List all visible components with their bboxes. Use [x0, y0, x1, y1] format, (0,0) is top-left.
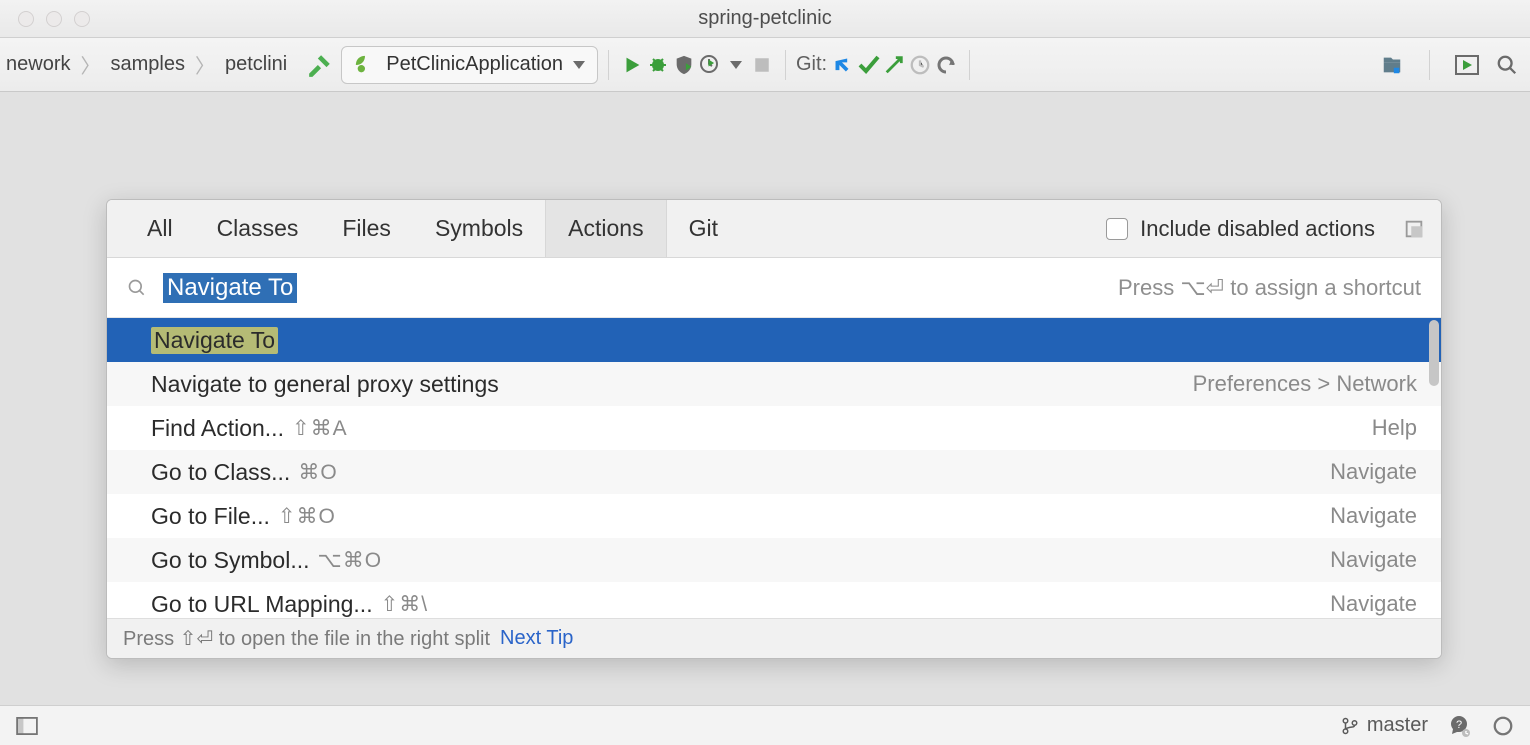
result-meta: Navigate [1330, 591, 1417, 617]
popup-tabs: All Classes Files Symbols Actions Git In… [107, 200, 1441, 258]
footer-hint: Press ⇧⏎ to open the file in the right s… [123, 626, 490, 651]
next-tip-link[interactable]: Next Tip [500, 627, 573, 650]
popup-footer: Press ⇧⏎ to open the file in the right s… [107, 618, 1441, 658]
search-everywhere-popup: All Classes Files Symbols Actions Git In… [106, 199, 1442, 659]
branch-icon [1341, 715, 1359, 737]
result-shortcut: ⌥⌘O [318, 548, 383, 573]
result-label: Go to URL Mapping... [151, 591, 373, 618]
update-project-icon[interactable] [829, 52, 855, 78]
result-row[interactable]: Navigate To [107, 318, 1441, 362]
tool-window-toggle-icon[interactable] [14, 713, 40, 739]
tab-symbols[interactable]: Symbols [413, 200, 545, 257]
result-meta: Preferences > Network [1193, 371, 1417, 397]
breadcrumb-seg-1[interactable]: samples [104, 53, 190, 76]
result-meta: Navigate [1330, 547, 1417, 573]
run-anything-icon[interactable] [1454, 52, 1480, 78]
minimize-window-button[interactable] [46, 11, 62, 27]
titlebar: spring-petclinic [0, 0, 1530, 38]
main-toolbar: nework 〉 samples 〉 petclini PetClinicApp… [0, 38, 1530, 92]
result-label: Navigate to general proxy settings [151, 371, 499, 398]
chevron-down-icon [573, 61, 585, 69]
close-window-button[interactable] [18, 11, 34, 27]
run-config-label: PetClinicApplication [386, 53, 563, 76]
breadcrumb-seg-0[interactable]: nework [0, 53, 76, 76]
chevron-right-icon: 〉 [195, 50, 215, 79]
result-label: Navigate To [151, 327, 278, 354]
result-shortcut: ⇧⌘\ [381, 592, 428, 617]
result-meta: Help [1372, 415, 1417, 441]
result-row[interactable]: Go to Symbol... ⌥⌘O Navigate [107, 538, 1441, 582]
zoom-window-button[interactable] [74, 11, 90, 27]
search-icon[interactable] [1494, 52, 1520, 78]
result-meta: Navigate [1330, 503, 1417, 529]
result-label: Go to Symbol... [151, 547, 310, 574]
separator [785, 50, 786, 80]
result-shortcut: ⇧⌘A [292, 416, 348, 441]
profile-clock-icon[interactable] [697, 52, 723, 78]
popup-search-bar: Navigate To Press ⌥⏎ to assign a shortcu… [107, 258, 1441, 318]
result-row[interactable]: Go to URL Mapping... ⇧⌘\ Navigate [107, 582, 1441, 618]
tab-classes[interactable]: Classes [195, 200, 321, 257]
pin-icon[interactable] [1403, 218, 1425, 240]
hammer-build-icon[interactable] [307, 52, 333, 78]
result-row[interactable]: Find Action... ⇧⌘A Help [107, 406, 1441, 450]
search-icon [127, 278, 147, 298]
chevron-down-icon[interactable] [723, 52, 749, 78]
svg-text:?: ? [1456, 719, 1462, 731]
breadcrumb-seg-2[interactable]: petclini [219, 53, 293, 76]
results-list[interactable]: Navigate To Navigate to general proxy se… [107, 318, 1441, 618]
separator [608, 50, 609, 80]
result-row[interactable]: Go to File... ⇧⌘O Navigate [107, 494, 1441, 538]
result-label: Find Action... [151, 415, 284, 442]
result-row[interactable]: Navigate to general proxy settings Prefe… [107, 362, 1441, 406]
window-title: spring-petclinic [698, 7, 831, 30]
include-disabled-label: Include disabled actions [1140, 216, 1375, 242]
git-label: Git: [796, 53, 827, 76]
project-structure-icon[interactable] [1379, 52, 1405, 78]
breadcrumb[interactable]: nework 〉 samples 〉 petclini [0, 50, 293, 79]
result-shortcut: ⌘O [298, 460, 337, 485]
assign-shortcut-hint: Press ⌥⏎ to assign a shortcut [1118, 275, 1421, 301]
separator [969, 50, 970, 80]
scrollbar-thumb[interactable] [1429, 320, 1439, 386]
checkbox-icon[interactable] [1106, 218, 1128, 240]
include-disabled-toggle[interactable]: Include disabled actions [1106, 216, 1441, 242]
status-bar: master ? [0, 705, 1530, 745]
tab-all[interactable]: All [125, 200, 195, 257]
result-shortcut: ⇧⌘O [278, 504, 336, 529]
spring-leaf-icon [354, 54, 376, 76]
result-label: Go to Class... [151, 459, 290, 486]
result-label: Go to File... [151, 503, 270, 530]
push-arrow-icon[interactable] [881, 52, 907, 78]
memory-indicator-icon[interactable] [1490, 713, 1516, 739]
result-row[interactable]: Go to Class... ⌘O Navigate [107, 450, 1441, 494]
tab-git[interactable]: Git [667, 200, 740, 257]
rollback-undo-icon[interactable] [933, 52, 959, 78]
search-input[interactable]: Navigate To [163, 273, 297, 303]
separator [1429, 50, 1430, 80]
git-branch-widget[interactable]: master [1341, 714, 1428, 737]
chevron-right-icon: 〉 [80, 50, 100, 79]
window-controls [0, 11, 90, 27]
run-play-icon[interactable] [619, 52, 645, 78]
run-config-selector[interactable]: PetClinicApplication [341, 46, 598, 84]
coverage-shield-icon[interactable] [671, 52, 697, 78]
editor-empty-area: All Classes Files Symbols Actions Git In… [0, 93, 1530, 705]
git-branch-name: master [1367, 714, 1428, 737]
result-meta: Navigate [1330, 459, 1417, 485]
inspection-profile-icon[interactable]: ? [1446, 713, 1472, 739]
stop-icon[interactable] [749, 52, 775, 78]
tab-files[interactable]: Files [320, 200, 413, 257]
tab-actions[interactable]: Actions [545, 200, 666, 257]
commit-check-icon[interactable] [855, 52, 881, 78]
debug-bug-icon[interactable] [645, 52, 671, 78]
history-clock-icon[interactable] [907, 52, 933, 78]
